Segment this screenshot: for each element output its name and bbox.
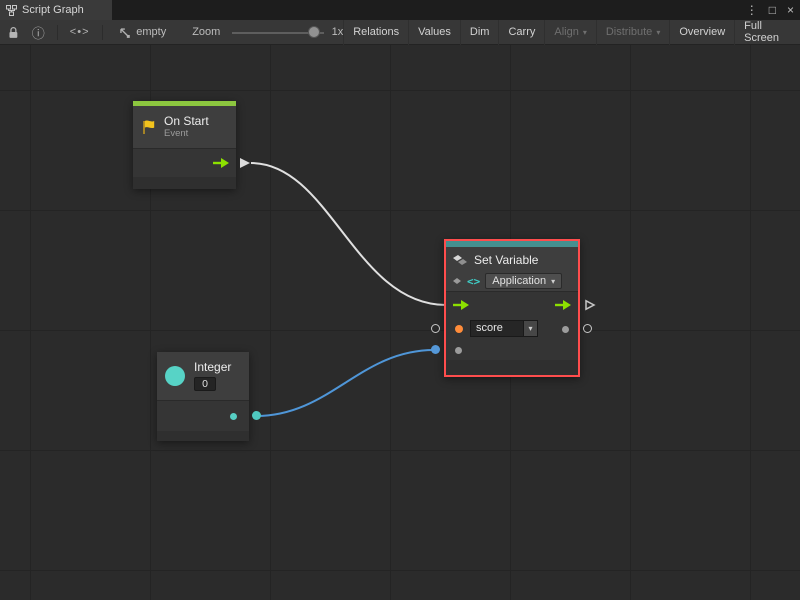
unconnected-port-circle-left[interactable] [431, 324, 440, 333]
wire-start-dot-teal[interactable] [252, 411, 261, 420]
tab-title: Script Graph [22, 4, 84, 16]
node-subtitle: Event [164, 128, 209, 139]
name-port-row: score ▾ [446, 318, 578, 340]
button-label: Dim [470, 26, 490, 38]
integer-value-field[interactable]: 0 [194, 377, 216, 391]
button-label: Overview [679, 26, 725, 38]
node-integer[interactable]: Integer 0 [157, 352, 249, 441]
flow-output-port-icon[interactable] [554, 299, 572, 311]
zoom-slider-handle[interactable] [308, 26, 320, 38]
value-input-port[interactable] [455, 347, 462, 354]
info-icon[interactable]: ⓘ [32, 23, 45, 42]
wire-start-triangle[interactable] [239, 157, 251, 169]
graph-pointer-label: empty [136, 26, 166, 38]
integer-output-port[interactable] [230, 413, 237, 420]
angle-brackets-icon: <> [467, 275, 480, 288]
close-icon[interactable]: × [787, 0, 794, 20]
name-input-port[interactable] [455, 325, 463, 333]
integer-header[interactable]: Integer 0 [157, 352, 249, 400]
full-screen-button[interactable]: Full Screen [734, 20, 800, 45]
set-variable-body: score ▾ [446, 292, 578, 375]
graph-toolbar: ⓘ <•> empty Zoom 1x Relations Values Dim [0, 20, 800, 45]
maximize-icon[interactable]: □ [769, 0, 776, 20]
flow-output-port-icon[interactable] [212, 157, 230, 169]
script-graph-window: Script Graph ⋮ □ × ⓘ <•> empty Zoom 1x [0, 0, 800, 600]
relations-button[interactable]: Relations [343, 20, 408, 45]
lock-icon[interactable] [8, 26, 19, 39]
flow-input-port-icon[interactable] [452, 299, 470, 311]
button-label: Align [554, 26, 578, 38]
tab-script-graph[interactable]: Script Graph [0, 0, 112, 20]
scope-dropdown-label: Application [492, 275, 546, 287]
unconnected-flow-triangle[interactable] [584, 299, 596, 311]
flag-icon [141, 119, 157, 135]
button-label: Carry [508, 26, 535, 38]
chevron-down-icon: ▾ [583, 28, 587, 37]
set-variable-title-row: Set Variable [452, 250, 572, 270]
carry-button[interactable]: Carry [498, 20, 544, 45]
code-ports-icon[interactable]: <•> [70, 26, 90, 38]
flow-port-row [446, 292, 578, 318]
chevron-down-icon[interactable]: ▾ [524, 320, 538, 337]
button-label: Full Screen [744, 20, 791, 44]
variable-name-field[interactable]: score [470, 320, 524, 337]
overview-button[interactable]: Overview [669, 20, 734, 45]
value-port-row [446, 340, 578, 360]
graph-icon [6, 5, 17, 16]
distribute-button: Distribute ▾ [596, 20, 669, 45]
node-footer [446, 360, 578, 375]
window-controls: ⋮ □ × [746, 0, 794, 20]
set-variable-scope-row: <> Application ▾ [452, 271, 572, 291]
variable-name-dropdown[interactable]: score ▾ [470, 320, 538, 337]
scope-dropdown[interactable]: Application ▾ [485, 273, 562, 289]
pointer-icon [118, 26, 131, 39]
graph-canvas[interactable] [0, 45, 800, 600]
kind-icon [452, 276, 462, 286]
unconnected-port-circle-right[interactable] [583, 324, 592, 333]
zoom-slider[interactable] [232, 20, 322, 45]
node-footer [157, 431, 249, 441]
set-variable-header[interactable]: Set Variable <> Application ▾ [446, 247, 578, 291]
zoom-value: 1x [332, 26, 344, 38]
toolbar-separator [102, 25, 103, 40]
node-set-variable[interactable]: Set Variable <> Application ▾ [444, 239, 580, 377]
node-title: On Start [164, 115, 209, 128]
variables-icon [452, 254, 468, 266]
chevron-down-icon: ▾ [551, 277, 555, 286]
toolbar-separator [57, 25, 58, 40]
integer-content: Integer 0 [194, 361, 231, 391]
dim-button[interactable]: Dim [460, 20, 499, 45]
button-label: Relations [353, 26, 399, 38]
node-title: Integer [194, 361, 231, 374]
button-label: Distribute [606, 26, 652, 38]
on-start-header[interactable]: On Start Event [133, 106, 236, 148]
values-button[interactable]: Values [408, 20, 460, 45]
button-label: Values [418, 26, 451, 38]
chevron-down-icon: ▾ [656, 28, 660, 37]
value-output-port[interactable] [562, 326, 569, 333]
wire-end-dot-blue[interactable] [431, 345, 440, 354]
node-title: Set Variable [474, 254, 538, 267]
on-start-flow-row [133, 149, 236, 177]
align-button: Align ▾ [544, 20, 595, 45]
toolbar-buttons: Relations Values Dim Carry Align ▾ Distr… [343, 20, 800, 45]
on-start-titles: On Start Event [164, 115, 209, 139]
integer-type-icon [165, 366, 185, 386]
zoom-label: Zoom [192, 26, 220, 38]
integer-port-row [157, 401, 249, 431]
kebab-menu-icon[interactable]: ⋮ [746, 0, 758, 20]
node-footer [133, 177, 236, 189]
node-on-start[interactable]: On Start Event [133, 101, 236, 189]
title-bar: Script Graph ⋮ □ × [0, 0, 800, 20]
